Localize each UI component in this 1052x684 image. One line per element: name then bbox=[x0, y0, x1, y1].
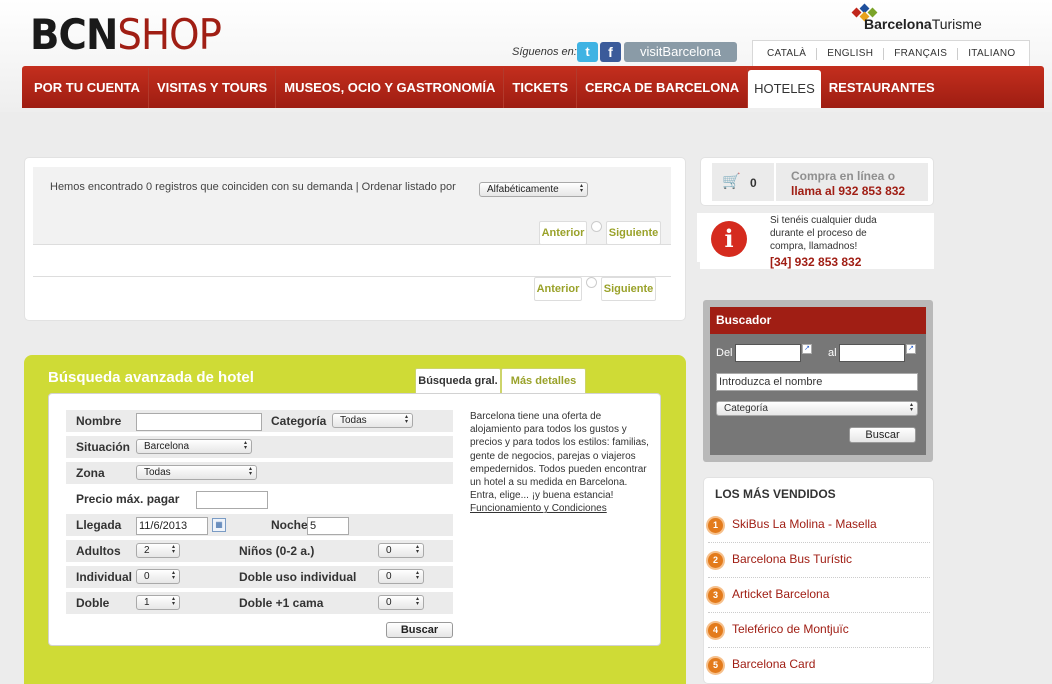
best-seller-item[interactable]: 5 Barcelona Card bbox=[708, 648, 930, 683]
next-button[interactable]: Siguiente bbox=[606, 221, 661, 245]
prev-button-bottom[interactable]: Anterior bbox=[534, 277, 582, 301]
nombre-input[interactable] bbox=[136, 413, 262, 431]
info-icon: i bbox=[711, 221, 747, 257]
best-seller-item[interactable]: 1 SkiBus La Molina - Masella bbox=[708, 508, 930, 543]
cart-icon: 🛒 bbox=[722, 173, 741, 190]
buscador-title: Buscador bbox=[710, 307, 926, 334]
lang-english[interactable]: ENGLISH bbox=[816, 47, 883, 60]
tab-busqueda-general[interactable]: Búsqueda gral. bbox=[415, 368, 501, 394]
calendar-icon[interactable]: ▦ bbox=[212, 518, 226, 532]
visit-barcelona-link[interactable]: visitBarcelona bbox=[624, 42, 737, 62]
advanced-search-title: Búsqueda avanzada de hotel bbox=[48, 369, 254, 386]
prev-button[interactable]: Anterior bbox=[539, 221, 587, 245]
nav-item-visitas-y-tours[interactable]: VISITAS Y TOURS bbox=[149, 68, 277, 108]
individual-label: Individual bbox=[76, 570, 133, 584]
buscador-submit[interactable]: Buscar bbox=[849, 427, 916, 443]
doble-cama-label: Doble +1 cama bbox=[239, 596, 324, 610]
doble-uso-select[interactable]: 0 bbox=[378, 569, 424, 584]
best-seller-item[interactable]: 2 Barcelona Bus Turístic bbox=[708, 543, 930, 578]
nombre-label: Nombre bbox=[76, 414, 122, 428]
hotel-name-input[interactable]: Introduzca el nombre bbox=[716, 373, 918, 391]
precio-input[interactable] bbox=[196, 491, 268, 509]
info-phone: [34] 932 853 832 bbox=[770, 255, 862, 269]
zona-select[interactable]: Todas bbox=[136, 465, 257, 480]
bcnshop-logo[interactable]: BCNSHOP bbox=[30, 10, 222, 60]
lang-francais[interactable]: FRANÇAIS bbox=[883, 47, 957, 60]
hotel-description: Barcelona tiene una oferta de alojamient… bbox=[470, 411, 649, 515]
follow-label: Síguenos en: bbox=[512, 46, 577, 58]
main-nav: POR TU CUENTA VISITAS Y TOURS MUSEOS, OC… bbox=[22, 66, 1044, 108]
language-selector: CATALÀ ENGLISH FRANÇAIS ITALIANO bbox=[752, 40, 1031, 66]
ninos-select[interactable]: 0 bbox=[378, 543, 424, 558]
calendar-icon[interactable]: ↗ bbox=[906, 344, 916, 354]
ninos-label: Niños (0-2 a.) bbox=[239, 544, 315, 558]
cart-line1: Compra en línea o bbox=[791, 169, 896, 183]
cart-phone: llama al 932 853 832 bbox=[791, 184, 906, 198]
situacion-label: Situación bbox=[76, 440, 131, 454]
best-seller-item[interactable]: 4 Teleférico de Montjuïc bbox=[708, 613, 930, 648]
nav-item-cerca-de-barcelona[interactable]: CERCA DE BARCELONA bbox=[577, 68, 749, 108]
zona-label: Zona bbox=[76, 466, 105, 480]
nav-item-museos[interactable]: MUSEOS, OCIO Y GASTRONOMÍA bbox=[276, 68, 505, 108]
nav-item-hoteles[interactable]: HOTELES bbox=[748, 70, 821, 108]
individual-select[interactable]: 0 bbox=[136, 569, 180, 584]
del-label: Del bbox=[716, 347, 733, 359]
noche-label: Noche bbox=[271, 518, 308, 532]
next-button-bottom[interactable]: Siguiente bbox=[601, 277, 656, 301]
form-row bbox=[66, 514, 453, 536]
doble-label: Doble bbox=[76, 596, 110, 610]
nav-item-restaurantes[interactable]: RESTAURANTES bbox=[821, 68, 943, 108]
lang-italiano[interactable]: ITALIANO bbox=[957, 47, 1025, 60]
llegada-label: Llegada bbox=[76, 518, 122, 532]
category-select[interactable]: Categoría bbox=[716, 401, 918, 416]
al-label: al bbox=[828, 347, 837, 359]
rank-badge: 2 bbox=[708, 553, 723, 568]
best-seller-item[interactable]: 3 Articket Barcelona bbox=[708, 578, 930, 613]
info-text: Si tenéis cualquier duda durante el proc… bbox=[770, 215, 877, 252]
noche-input[interactable]: 5 bbox=[307, 517, 349, 535]
al-input[interactable] bbox=[839, 344, 905, 362]
categoria-select[interactable]: Todas bbox=[332, 413, 413, 428]
rank-badge: 4 bbox=[708, 623, 723, 638]
situacion-select[interactable]: Barcelona bbox=[136, 439, 252, 454]
barcelona-turisme-logo[interactable]: BarcelonaTurisme bbox=[850, 3, 982, 36]
nav-item-por-tu-cuenta[interactable]: POR TU CUENTA bbox=[26, 68, 149, 108]
results-summary: Hemos encontrado 0 registros que coincid… bbox=[50, 181, 456, 193]
nav-item-tickets[interactable]: TICKETS bbox=[504, 68, 578, 108]
best-sellers-title: LOS MÁS VENDIDOS bbox=[715, 487, 836, 501]
sort-select[interactable]: Alfabéticamente bbox=[479, 182, 588, 197]
tab-mas-detalles[interactable]: Más detalles bbox=[501, 368, 586, 394]
doble-uso-label: Doble uso individual bbox=[239, 570, 357, 584]
facebook-icon[interactable]: f bbox=[600, 42, 621, 62]
lang-catala[interactable]: CATALÀ bbox=[757, 48, 816, 60]
precio-label: Precio máx. pagar bbox=[76, 492, 180, 506]
conditions-link[interactable]: Funcionamiento y Condiciones bbox=[470, 503, 607, 514]
doble-select[interactable]: 1 bbox=[136, 595, 180, 610]
form-row bbox=[66, 462, 453, 484]
rank-badge: 1 bbox=[708, 518, 723, 533]
categoria-label: Categoría bbox=[271, 414, 327, 428]
adultos-label: Adultos bbox=[76, 544, 121, 558]
twitter-icon[interactable]: t bbox=[577, 42, 598, 62]
rank-badge: 5 bbox=[708, 658, 723, 673]
llegada-input[interactable]: 11/6/2013 bbox=[136, 517, 208, 535]
del-input[interactable] bbox=[735, 344, 801, 362]
doble-cama-select[interactable]: 0 bbox=[378, 595, 424, 610]
rank-badge: 3 bbox=[708, 588, 723, 603]
page-indicator bbox=[586, 277, 597, 288]
page-indicator bbox=[591, 221, 602, 232]
adultos-select[interactable]: 2 bbox=[136, 543, 180, 558]
cart-count: 0 bbox=[750, 176, 757, 190]
buscar-button[interactable]: Buscar bbox=[386, 622, 453, 638]
calendar-icon[interactable]: ↗ bbox=[802, 344, 812, 354]
